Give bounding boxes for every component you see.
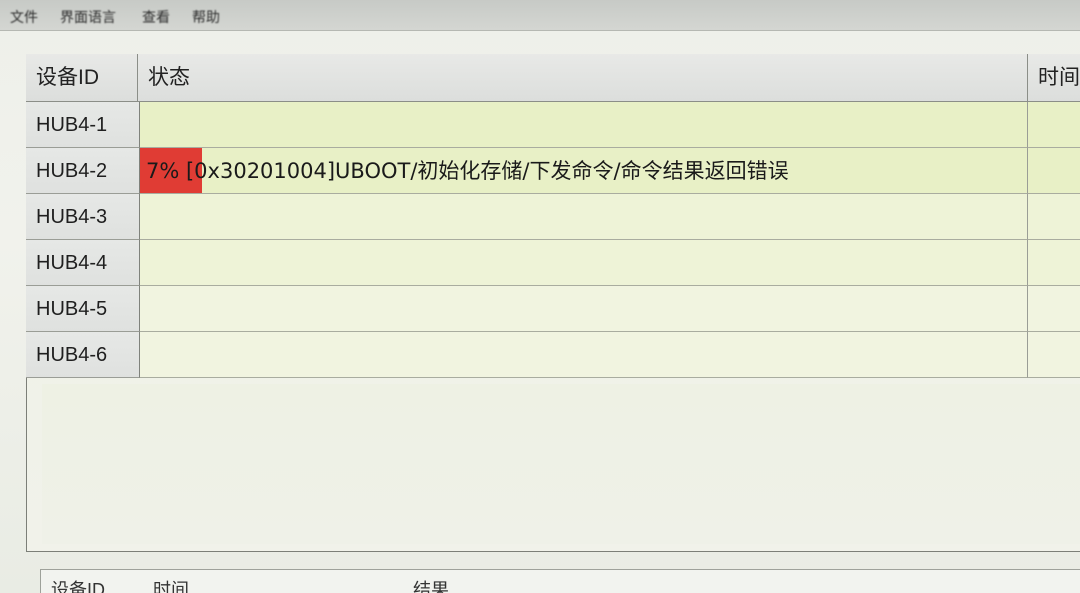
menu-help[interactable]: 帮助 (192, 7, 220, 27)
table-row[interactable]: HUB4-2 7% [0x30201004]UBOOT/初始化存储/下发命令/命… (26, 148, 1080, 194)
time-cell (1028, 286, 1080, 332)
log-header-device-id[interactable]: 设备ID (51, 576, 105, 593)
status-cell: 7% [0x30201004]UBOOT/初始化存储/下发命令/命令结果返回错误 (140, 148, 1028, 194)
log-header-time[interactable]: 时间 (153, 576, 189, 593)
table-row[interactable]: HUB4-1 (26, 102, 1080, 148)
device-id-cell: HUB4-6 (26, 332, 140, 378)
table-empty-area (42, 384, 1080, 544)
menu-language[interactable]: 界面语言 (60, 7, 116, 27)
menu-bar: 文件 界面语言 查看 帮助 (0, 0, 1080, 31)
device-id-cell: HUB4-2 (26, 148, 140, 194)
log-table-header: 设备ID 时间 结果 (40, 569, 1080, 593)
menu-file[interactable]: 文件 (10, 7, 38, 27)
table-row[interactable]: HUB4-4 (26, 240, 1080, 286)
log-header-result[interactable]: 结果 (413, 576, 449, 593)
table-row[interactable]: HUB4-5 (26, 286, 1080, 332)
table-row[interactable]: HUB4-6 (26, 332, 1080, 378)
app-window: 文件 界面语言 查看 帮助 设备ID 状态 时间 HUB4-1 HUB4-2 7… (0, 0, 1080, 593)
time-cell (1028, 194, 1080, 240)
column-header-status[interactable]: 状态 (138, 54, 1028, 102)
device-id-cell: HUB4-3 (26, 194, 140, 240)
column-header-time[interactable]: 时间 (1028, 54, 1080, 102)
status-cell (140, 240, 1028, 286)
time-cell (1028, 148, 1080, 194)
time-cell (1028, 240, 1080, 286)
device-id-cell: HUB4-4 (26, 240, 140, 286)
status-cell (140, 194, 1028, 240)
status-cell (140, 102, 1028, 148)
table-row[interactable]: HUB4-3 (26, 194, 1080, 240)
column-header-device-id[interactable]: 设备ID (26, 54, 138, 102)
status-cell (140, 286, 1028, 332)
status-text: 7% [0x30201004]UBOOT/初始化存储/下发命令/命令结果返回错误 (146, 159, 789, 183)
device-id-cell: HUB4-5 (26, 286, 140, 332)
status-cell (140, 332, 1028, 378)
device-status-table: 设备ID 状态 时间 HUB4-1 HUB4-2 7% [0x30201004]… (26, 54, 1080, 384)
time-cell (1028, 102, 1080, 148)
menu-view[interactable]: 查看 (142, 7, 170, 27)
device-id-cell: HUB4-1 (26, 102, 140, 148)
time-cell (1028, 332, 1080, 378)
